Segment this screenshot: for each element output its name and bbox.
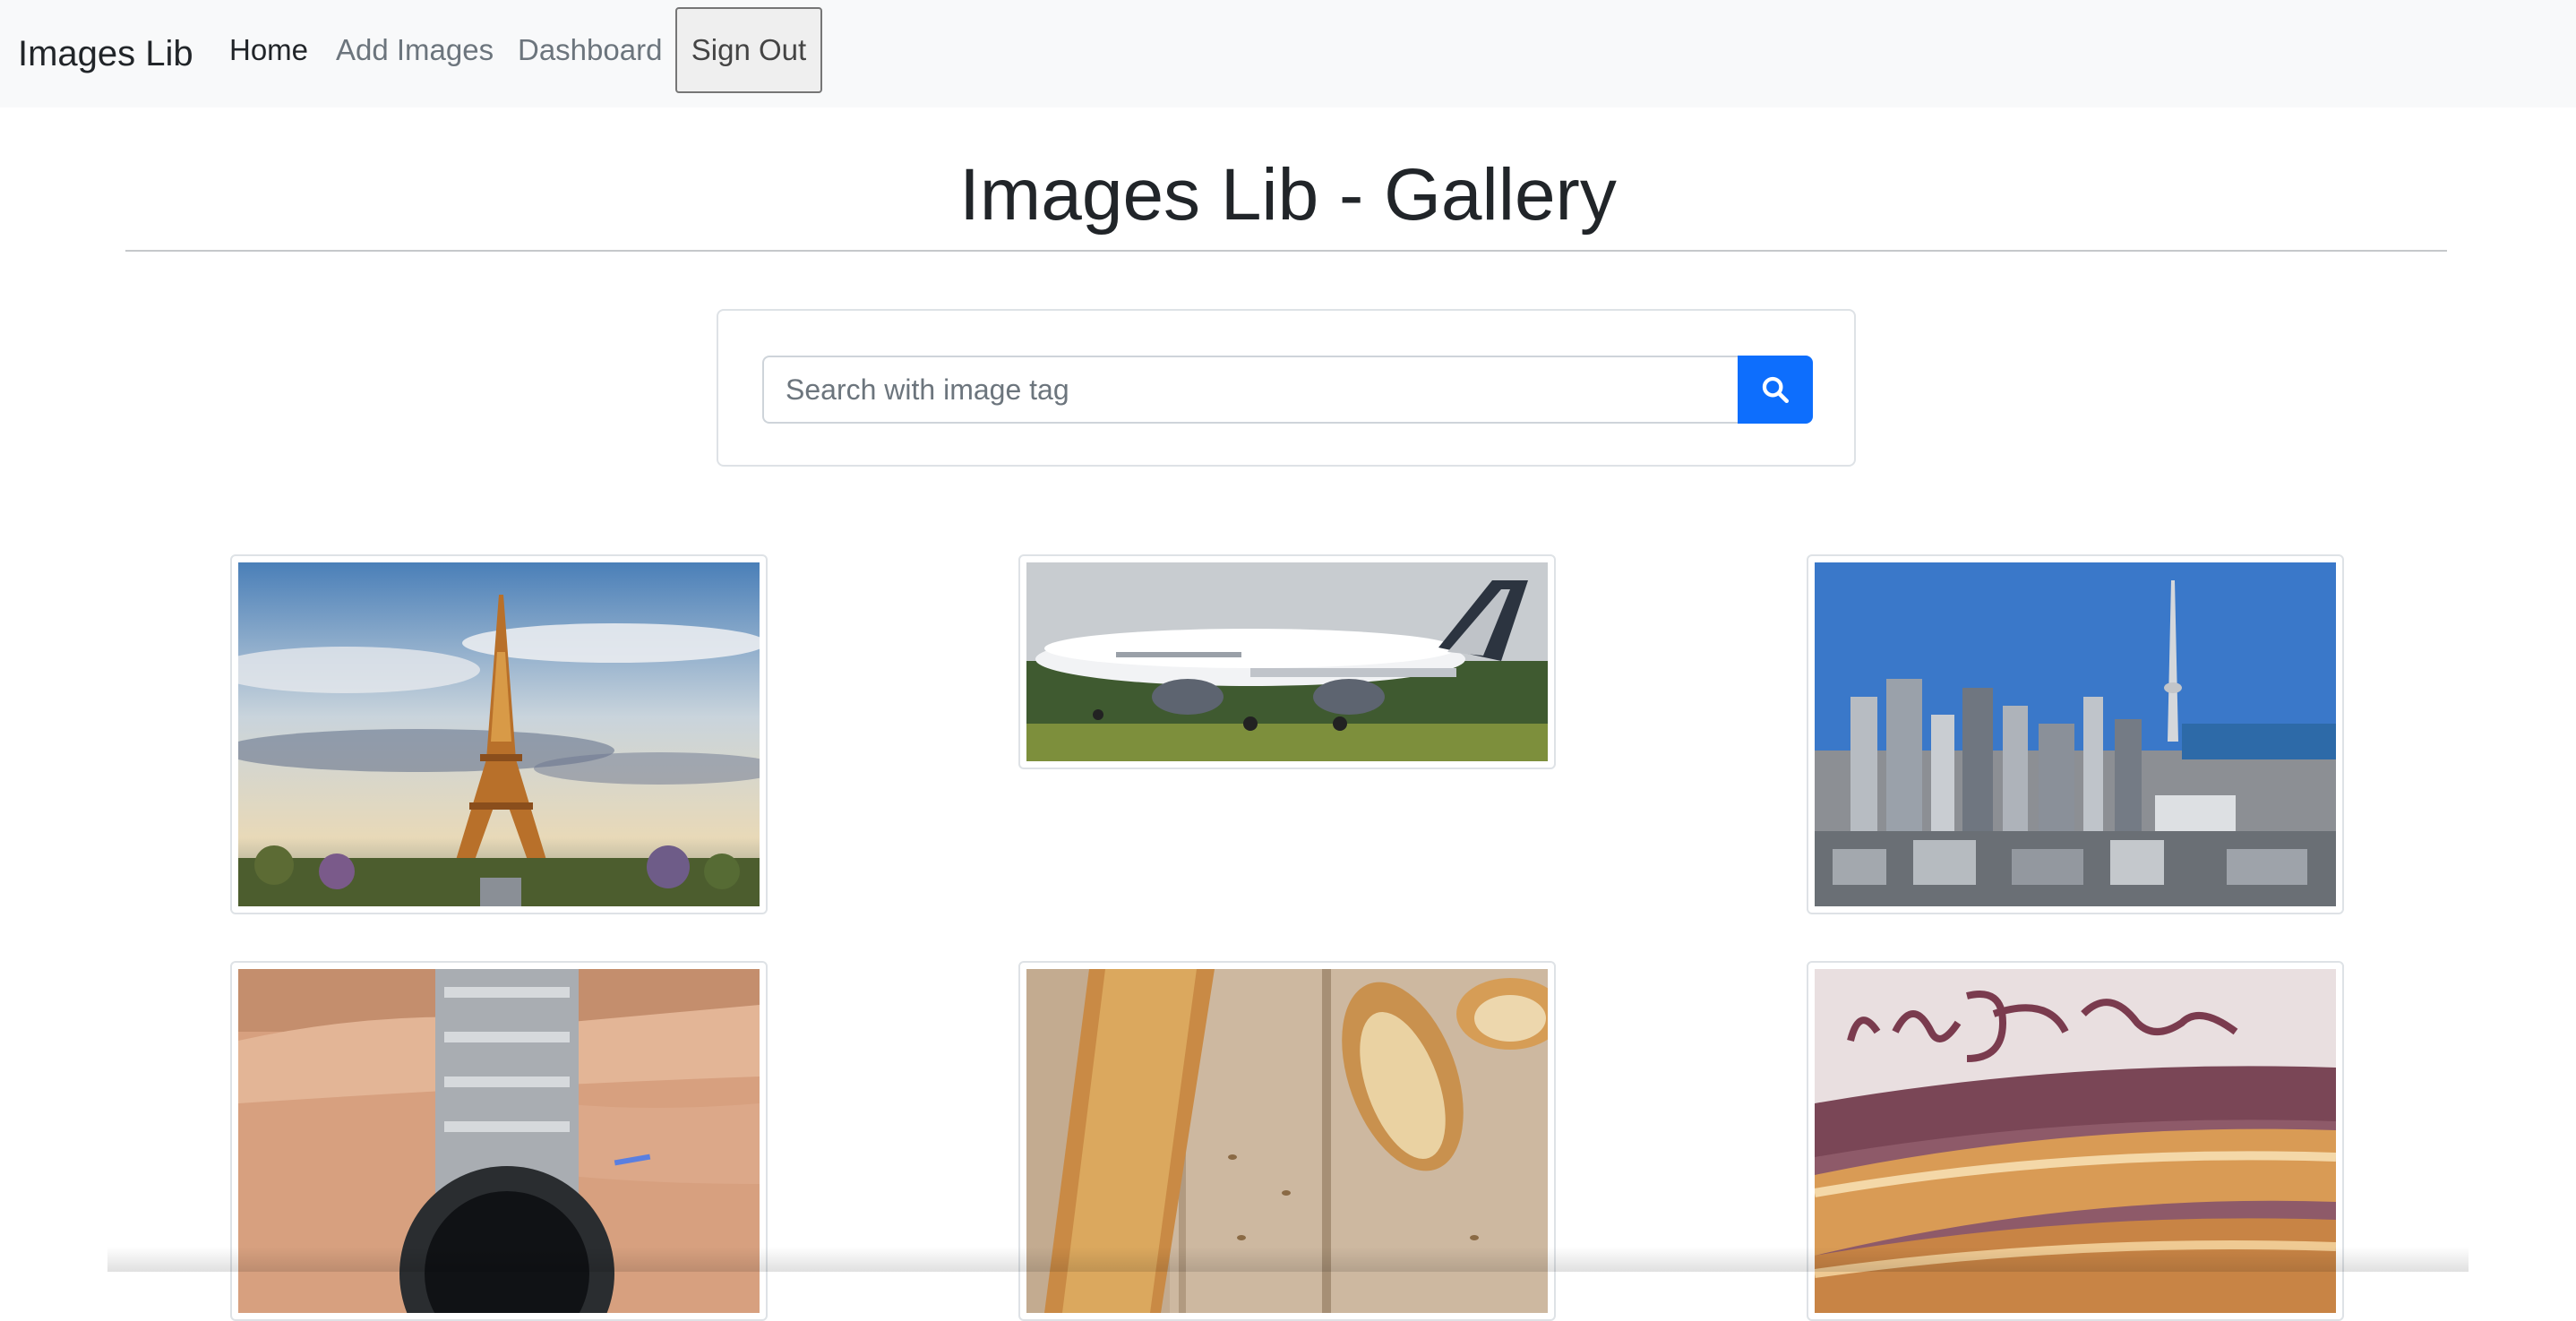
gallery-image-airplane[interactable] <box>1018 554 1556 769</box>
search-card <box>717 309 1856 467</box>
gallery-image-city-skyline[interactable] <box>1807 554 2344 914</box>
navbar: Images Lib Home Add Images Dashboard Sig… <box>0 0 2576 107</box>
search-icon <box>1762 376 1790 404</box>
title-divider <box>125 250 2447 252</box>
nav-link-home[interactable]: Home <box>229 30 308 70</box>
page-title: Images Lib - Gallery <box>959 154 1617 236</box>
eiffel-tower-image <box>238 562 760 906</box>
nav-link-dashboard[interactable]: Dashboard <box>518 30 662 70</box>
page-bottom-shadow <box>107 1247 2469 1272</box>
search-input[interactable] <box>762 356 1739 424</box>
airplane-image <box>1026 562 1548 761</box>
nav-link-add-images[interactable]: Add Images <box>336 30 494 70</box>
city-skyline-image <box>1815 562 2336 906</box>
search-button[interactable] <box>1738 356 1813 424</box>
sign-out-button[interactable]: Sign Out <box>675 7 822 93</box>
navbar-brand[interactable]: Images Lib <box>18 32 193 75</box>
gallery-image-eiffel-tower[interactable] <box>230 554 768 914</box>
